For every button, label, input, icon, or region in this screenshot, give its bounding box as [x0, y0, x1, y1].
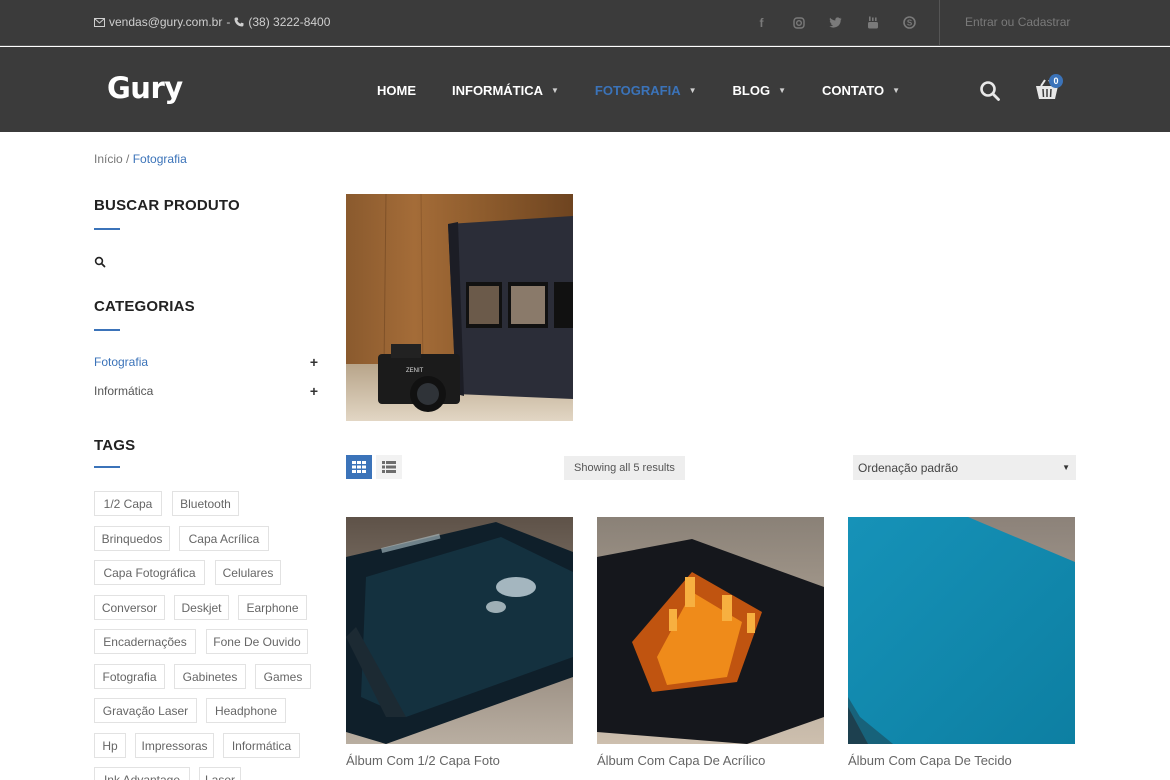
caret-down-icon: ▼	[688, 86, 697, 95]
sort-selected-value: Ordenação padrão	[858, 460, 959, 475]
tag-item[interactable]: Gravação Laser	[94, 698, 197, 723]
product-image[interactable]	[597, 517, 824, 744]
category-label[interactable]: Fotografia	[94, 355, 148, 369]
contact-separator: -	[226, 15, 231, 29]
nav-item-informatica[interactable]: INFORMÁTICA ▼	[452, 83, 559, 98]
nav-label-fotografia: FOTOGRAFIA	[594, 83, 681, 98]
tag-item[interactable]: 1/2 Capa	[94, 491, 162, 516]
svg-text:ZENIT: ZENIT	[406, 368, 424, 374]
login-link[interactable]: Entrar ou Cadastrar	[965, 15, 1070, 29]
breadcrumb-current: Fotografia	[132, 152, 187, 166]
plus-icon[interactable]: +	[310, 354, 318, 370]
site-logo[interactable]: Gury	[107, 71, 183, 105]
caret-down-icon: ▼	[778, 86, 787, 95]
nav-item-home[interactable]: HOME	[377, 83, 416, 98]
nav-item-fotografia[interactable]: FOTOGRAFIA ▼	[595, 83, 697, 98]
title-underline	[94, 329, 120, 331]
topbar-divider	[939, 0, 940, 46]
title-underline	[94, 466, 120, 468]
main-nav: HOME INFORMÁTICA ▼ FOTOGRAFIA ▼ BLOG ▼ C…	[377, 83, 936, 98]
search-widget-title: BUSCAR PRODUTO	[94, 197, 240, 214]
product-image[interactable]	[346, 517, 573, 744]
breadcrumb-separator: /	[126, 152, 130, 166]
youtube-icon[interactable]	[863, 13, 882, 32]
tag-item[interactable]: Conversor	[94, 595, 165, 620]
cart-count-badge: 0	[1049, 74, 1063, 88]
tag-item[interactable]: Laser	[199, 767, 241, 780]
nav-item-blog[interactable]: BLOG ▼	[733, 83, 786, 98]
contact-info: vendas@gury.com.br - (38) 3222-8400	[94, 15, 330, 29]
product-image[interactable]	[848, 517, 1075, 744]
tag-item[interactable]: Headphone	[206, 698, 286, 723]
facebook-icon[interactable]: f	[752, 13, 771, 32]
phone-icon	[234, 17, 244, 27]
category-image: ZENIT	[346, 194, 573, 421]
tag-item[interactable]: Impressoras	[135, 733, 214, 758]
skype-icon[interactable]: S	[900, 13, 919, 32]
tag-item[interactable]: Fone De Ouvido	[206, 629, 308, 654]
search-icon[interactable]	[979, 80, 1001, 102]
search-icon[interactable]	[94, 255, 106, 268]
product-title[interactable]: Álbum Com Capa De Acrílico	[597, 753, 824, 768]
result-count: Showing all 5 results	[564, 456, 685, 480]
sort-select[interactable]: Ordenação padrão ▼	[853, 455, 1076, 480]
contact-phone[interactable]: (38) 3222-8400	[248, 15, 330, 29]
product-card[interactable]: Álbum Com Capa De Acrílico	[597, 517, 824, 768]
category-item-informatica[interactable]: Informática +	[94, 383, 318, 399]
list-view-icon[interactable]	[376, 455, 402, 479]
tag-item[interactable]: Deskjet	[174, 595, 229, 620]
tag-item[interactable]: Games	[255, 664, 311, 689]
tag-item[interactable]: Brinquedos	[94, 526, 170, 551]
caret-down-icon: ▼	[892, 86, 901, 95]
breadcrumb: Início / Fotografia	[94, 152, 187, 166]
tag-item[interactable]: Hp	[94, 733, 126, 758]
nav-label-home: HOME	[377, 83, 416, 98]
nav-item-contato[interactable]: CONTATO ▼	[822, 83, 900, 98]
chevron-down-icon: ▼	[1062, 463, 1070, 472]
category-item-fotografia[interactable]: Fotografia +	[94, 354, 318, 370]
nav-label-informatica: INFORMÁTICA	[452, 83, 543, 98]
tag-item[interactable]: Fotografia	[94, 664, 165, 689]
product-title[interactable]: Álbum Com Capa De Tecido	[848, 753, 1075, 768]
plus-icon[interactable]: +	[310, 383, 318, 399]
tag-item[interactable]: Ink Advantage	[94, 767, 190, 780]
tag-item[interactable]: Capa Fotográfica	[94, 560, 205, 585]
tag-item[interactable]: Encadernações	[94, 629, 196, 654]
twitter-icon[interactable]	[826, 13, 845, 32]
contact-email[interactable]: vendas@gury.com.br	[109, 15, 222, 29]
category-label[interactable]: Informática	[94, 384, 153, 398]
tag-item[interactable]: Bluetooth	[172, 491, 239, 516]
social-links: f S	[752, 13, 919, 32]
svg-text:S: S	[907, 18, 913, 27]
tag-item[interactable]: Informática	[223, 733, 300, 758]
tag-item[interactable]: Earphone	[238, 595, 307, 620]
tag-item[interactable]: Capa Acrílica	[179, 526, 269, 551]
title-underline	[94, 228, 120, 230]
nav-label-contato: CONTATO	[822, 83, 885, 98]
grid-view-icon[interactable]	[346, 455, 372, 479]
tag-item[interactable]: Celulares	[215, 560, 281, 585]
envelope-icon	[94, 17, 105, 27]
product-title[interactable]: Álbum Com 1/2 Capa Foto	[346, 753, 573, 768]
main-header: Gury HOME INFORMÁTICA ▼ FOTOGRAFIA ▼ BLO…	[0, 47, 1170, 132]
nav-label-blog: BLOG	[732, 83, 771, 98]
top-bar: vendas@gury.com.br - (38) 3222-8400 f S …	[0, 0, 1170, 46]
instagram-icon[interactable]	[789, 13, 808, 32]
product-card[interactable]: Álbum Com 1/2 Capa Foto	[346, 517, 573, 768]
product-card[interactable]: Álbum Com Capa De Tecido	[848, 517, 1075, 768]
caret-down-icon: ▼	[551, 86, 559, 95]
tag-item[interactable]: Gabinetes	[174, 664, 246, 689]
tags-widget-title: TAGS	[94, 437, 136, 454]
breadcrumb-home[interactable]: Início	[94, 152, 123, 166]
categories-widget-title: CATEGORIAS	[94, 298, 195, 315]
